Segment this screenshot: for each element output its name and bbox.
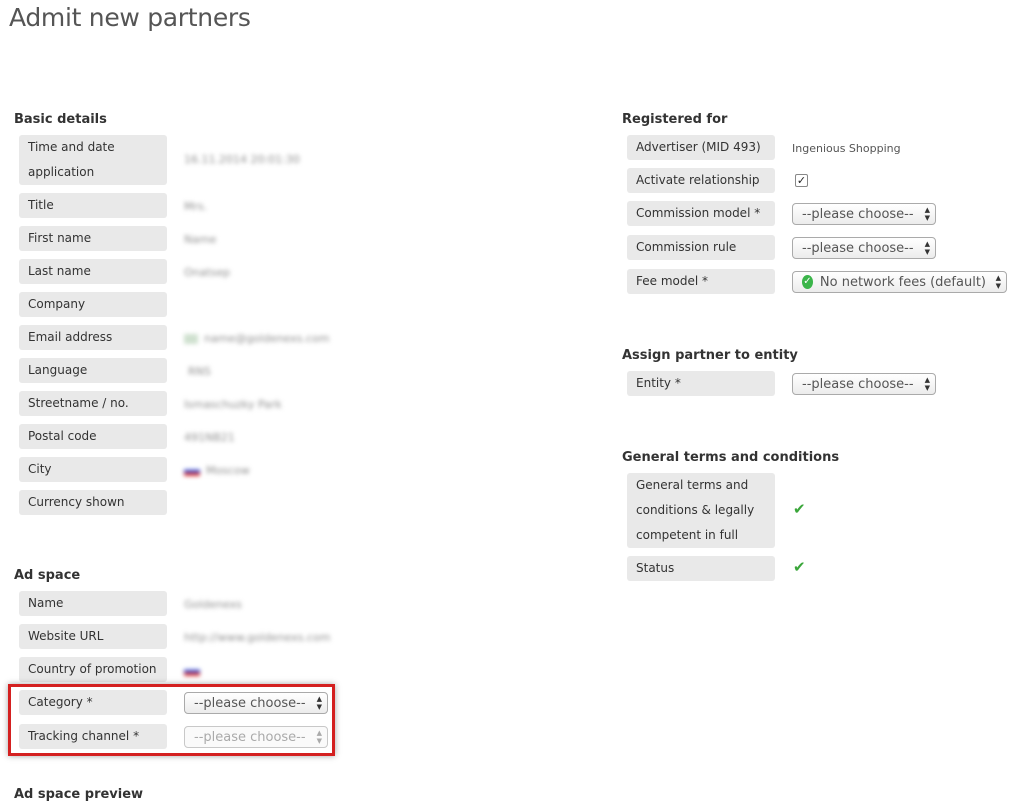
label-line: conditions & legally (636, 503, 755, 517)
label-line: competent in full (636, 528, 739, 542)
title-label: Title (19, 193, 167, 218)
website-url-label: Website URL (19, 624, 167, 649)
status-label: Status (627, 556, 775, 581)
first-name-value: Name (184, 233, 217, 246)
assign-entity-heading: Assign partner to entity (622, 348, 798, 363)
commission-model-select-value: --please choose-- (802, 206, 914, 222)
website-url-value: http://www.goldenexs.com (184, 631, 331, 644)
commission-model-select[interactable]: --please choose-- ▲ ▼ (792, 203, 936, 225)
status-check-icon: ✔ (793, 558, 806, 576)
terms-heading: General terms and conditions (622, 450, 840, 465)
commission-rule-select[interactable]: --please choose-- ▲ ▼ (792, 237, 936, 259)
title-value: Mrs. (184, 200, 208, 213)
ad-name-label: Name (19, 591, 167, 616)
language-label: Language (19, 358, 167, 383)
page-title: Admit new partners (9, 3, 251, 32)
commission-rule-select-value: --please choose-- (802, 240, 914, 256)
email-address-label: Email address (19, 325, 167, 350)
flag-icon (184, 466, 200, 476)
company-label: Company (19, 292, 167, 317)
mail-icon (184, 334, 198, 344)
select-arrows-icon: ▲ ▼ (924, 376, 930, 392)
last-name-value: Onatsep (184, 266, 231, 279)
flag-icon (184, 666, 200, 676)
select-arrows-icon: ▲ ▼ (995, 274, 1001, 290)
city-text: Moscow (206, 464, 250, 477)
advertiser-label: Advertiser (MID 493) (627, 135, 775, 160)
label-line: application (28, 165, 95, 179)
fee-model-select[interactable]: ✓ No network fees (default) ▲ ▼ (792, 271, 1007, 293)
postal-code-value: 491NB21 (184, 431, 235, 444)
gtc-check-icon: ✔ (793, 500, 806, 518)
streetname-label: Streetname / no. (19, 391, 167, 416)
registered-for-heading: Registered for (622, 112, 728, 127)
entity-select[interactable]: --please choose-- ▲ ▼ (792, 373, 936, 395)
time-date-application-label: Time and date application (19, 135, 167, 185)
checkbox-check-icon: ✓ (796, 174, 807, 187)
basic-details-heading: Basic details (14, 112, 107, 127)
time-date-value: 16.11.2014 20:01:30 (184, 153, 300, 166)
entity-label: Entity * (627, 371, 775, 396)
streetname-value: Ismaschuzky Park (184, 398, 282, 411)
ad-space-preview-heading: Ad space preview (14, 787, 144, 802)
label-line: General terms and (636, 478, 749, 492)
postal-code-label: Postal code (19, 424, 167, 449)
select-arrows-icon: ▲ ▼ (924, 240, 930, 256)
label-line: Time and date (28, 140, 115, 154)
email-text: name@goldenexs.com (204, 332, 330, 345)
select-arrows-icon: ▲ ▼ (924, 206, 930, 222)
fee-model-select-value: No network fees (default) (819, 274, 986, 290)
currency-shown-label: Currency shown (19, 490, 167, 515)
commission-model-label: Commission model * (627, 201, 775, 226)
email-value: name@goldenexs.com (184, 332, 330, 345)
first-name-label: First name (19, 226, 167, 251)
country-value (184, 664, 206, 677)
gtc-label: General terms and conditions & legally c… (627, 473, 775, 548)
highlight-box (8, 684, 335, 756)
activate-relationship-checkbox[interactable]: ✓ (795, 174, 808, 187)
commission-rule-label: Commission rule (627, 235, 775, 260)
ad-name-value: Goldenexs (184, 598, 242, 611)
check-circle-icon: ✓ (802, 275, 813, 289)
fee-model-label: Fee model * (627, 269, 775, 294)
country-of-promotion-label: Country of promotion (19, 657, 167, 682)
city-value: Moscow (184, 464, 250, 477)
ad-space-heading: Ad space (14, 568, 81, 583)
language-value: RNS (188, 365, 211, 378)
activate-relationship-label: Activate relationship (627, 168, 775, 193)
advertiser-value: Ingenious Shopping (792, 142, 901, 155)
last-name-label: Last name (19, 259, 167, 284)
entity-select-value: --please choose-- (802, 376, 914, 392)
city-label: City (19, 457, 167, 482)
